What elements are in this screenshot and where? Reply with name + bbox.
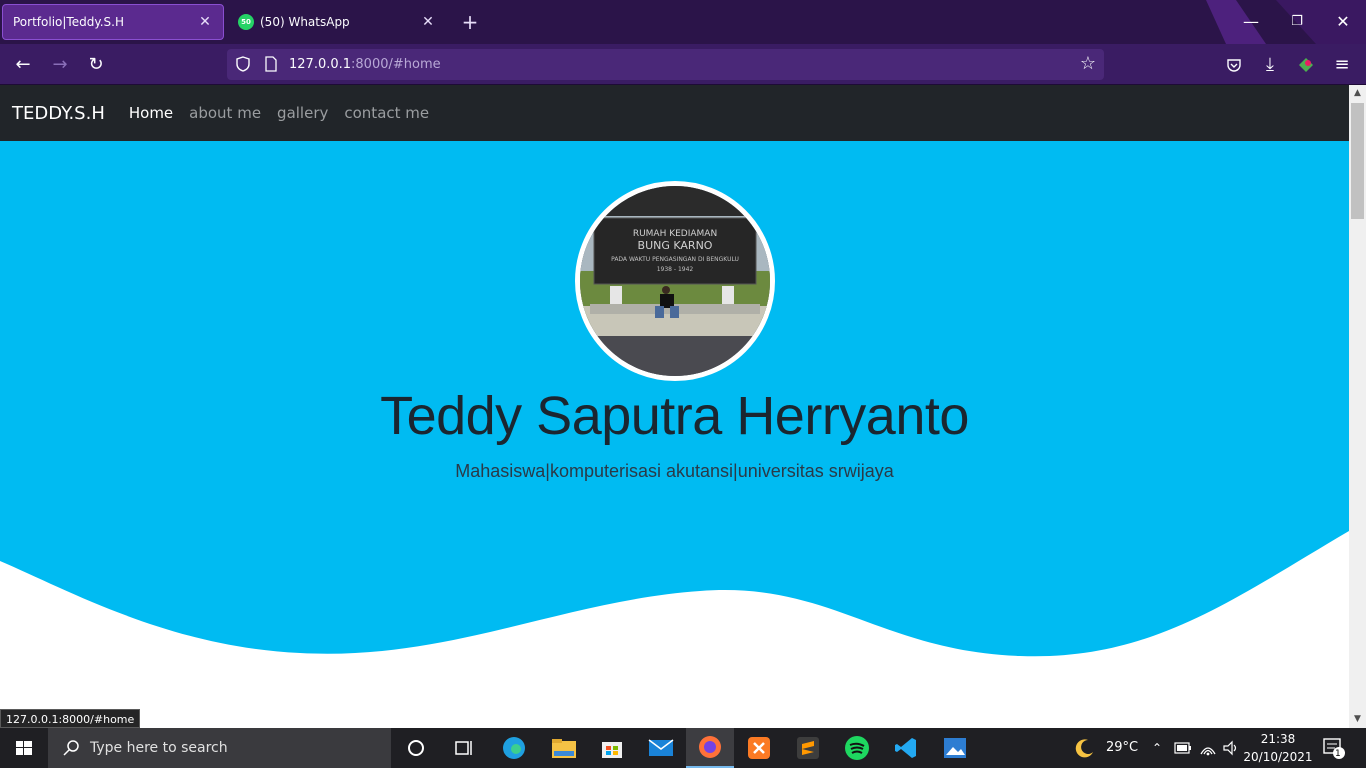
tab-title: (50) WhatsApp (260, 15, 350, 29)
xampp-icon[interactable] (735, 728, 783, 768)
spotify-icon[interactable] (833, 728, 881, 768)
notification-badge: 1 (1335, 749, 1341, 759)
close-window-icon[interactable]: ✕ (1320, 0, 1366, 44)
hero-subtitle: Mahasiswa|komputerisasi akutansi|univers… (455, 461, 894, 481)
mail-icon[interactable] (637, 728, 685, 768)
task-view-icon[interactable] (440, 728, 488, 768)
clock-date: 20/10/2021 (1243, 750, 1313, 764)
nav-gallery[interactable]: gallery (277, 104, 328, 122)
site-brand[interactable]: TEDDY.S.H (12, 103, 105, 124)
tracking-shield-icon[interactable] (235, 56, 251, 72)
photo-sign-line1: RUMAH KEDIAMAN (633, 229, 717, 239)
edge-browser-icon[interactable] (490, 728, 538, 768)
tab-whatsapp[interactable]: 50 (50) WhatsApp ✕ (228, 4, 446, 40)
tray-chevron-up-icon[interactable]: ⌃ (1152, 728, 1162, 768)
restore-icon[interactable]: ❐ (1274, 0, 1320, 44)
ms-store-icon[interactable] (588, 728, 636, 768)
page-info-icon[interactable] (263, 56, 279, 72)
page-viewport: TEDDY.S.H Home about me gallery contact … (0, 85, 1349, 728)
scrollbar-thumb[interactable] (1351, 103, 1364, 219)
tab-close-icon[interactable]: ✕ (420, 14, 436, 30)
weather-moon-icon[interactable] (1074, 728, 1096, 768)
bookmark-star-icon[interactable]: ☆ (1080, 53, 1096, 74)
page-scrollbar[interactable]: ▲ ▼ (1349, 85, 1366, 728)
menu-hamburger-icon[interactable]: ≡ (1329, 52, 1355, 78)
new-tab-plus-icon[interactable]: + (458, 10, 482, 34)
clock-time: 21:38 (1260, 732, 1296, 746)
file-explorer-icon[interactable] (540, 728, 588, 768)
search-placeholder: Type here to search (90, 740, 228, 756)
notification-center-icon[interactable]: 1 (1322, 728, 1346, 768)
sublime-text-icon[interactable] (784, 728, 832, 768)
vscode-icon[interactable] (882, 728, 930, 768)
cortana-icon[interactable] (392, 728, 440, 768)
scroll-down-arrow-icon[interactable]: ▼ (1349, 711, 1366, 728)
photos-icon[interactable] (931, 728, 979, 768)
volume-icon[interactable] (1222, 728, 1240, 768)
firefox-icon[interactable] (686, 728, 734, 768)
browser-tab-strip: Portfolio|Teddy.S.H ✕ 50 (50) WhatsApp ✕… (0, 0, 1366, 44)
scroll-up-arrow-icon[interactable]: ▲ (1349, 85, 1366, 102)
minimize-icon[interactable]: — (1228, 0, 1274, 44)
windows-start-icon[interactable] (0, 728, 48, 768)
profile-photo: RUMAH KEDIAMAN BUNG KARNO PADA WAKTU PEN… (575, 181, 775, 381)
hero-section: RUMAH KEDIAMAN BUNG KARNO PADA WAKTU PEN… (0, 141, 1349, 728)
site-navbar: TEDDY.S.H Home about me gallery contact … (0, 85, 1349, 141)
taskbar-search-box[interactable]: Type here to search (48, 728, 391, 768)
weather-temperature[interactable]: 29°C (1106, 728, 1138, 768)
windows-taskbar: Type here to search 29°C ⌃ 21:38 20/10/2… (0, 728, 1366, 768)
download-icon[interactable]: ⤓ (1257, 52, 1283, 78)
tab-close-icon[interactable]: ✕ (197, 14, 213, 30)
taskbar-clock[interactable]: 21:38 20/10/2021 (1240, 730, 1316, 766)
pocket-icon[interactable] (1221, 52, 1247, 78)
photo-sign-line3: PADA WAKTU PENGASINGAN DI BENGKULU (611, 256, 739, 263)
wifi-icon[interactable] (1199, 728, 1217, 768)
back-arrow-icon[interactable]: ← (10, 52, 36, 78)
battery-icon[interactable] (1174, 728, 1192, 768)
photo-sign-line4: 1938 - 1942 (657, 266, 694, 273)
forward-arrow-icon[interactable]: → (47, 52, 73, 78)
search-icon (63, 740, 79, 756)
photo-sign-line2: BUNG KARNO (638, 239, 713, 252)
nav-about-me[interactable]: about me (189, 104, 261, 122)
browser-toolbar: ← → ↻ 127.0.0.1:8000/#home ☆ ⤓ ≡ (0, 44, 1366, 85)
address-bar[interactable]: 127.0.0.1:8000/#home ☆ (227, 49, 1104, 80)
url-text: 127.0.0.1:8000/#home (289, 57, 441, 72)
nav-contact-me[interactable]: contact me (344, 104, 429, 122)
link-status-tooltip: 127.0.0.1:8000/#home (0, 709, 141, 728)
tab-title: Portfolio|Teddy.S.H (13, 15, 124, 29)
reload-icon[interactable]: ↻ (83, 52, 109, 78)
tab-portfolio[interactable]: Portfolio|Teddy.S.H ✕ (2, 4, 224, 40)
whatsapp-icon: 50 (238, 14, 254, 30)
hero-name: Teddy Saputra Herryanto (380, 386, 969, 446)
nav-home[interactable]: Home (129, 104, 173, 122)
extension-icon[interactable] (1293, 52, 1319, 78)
